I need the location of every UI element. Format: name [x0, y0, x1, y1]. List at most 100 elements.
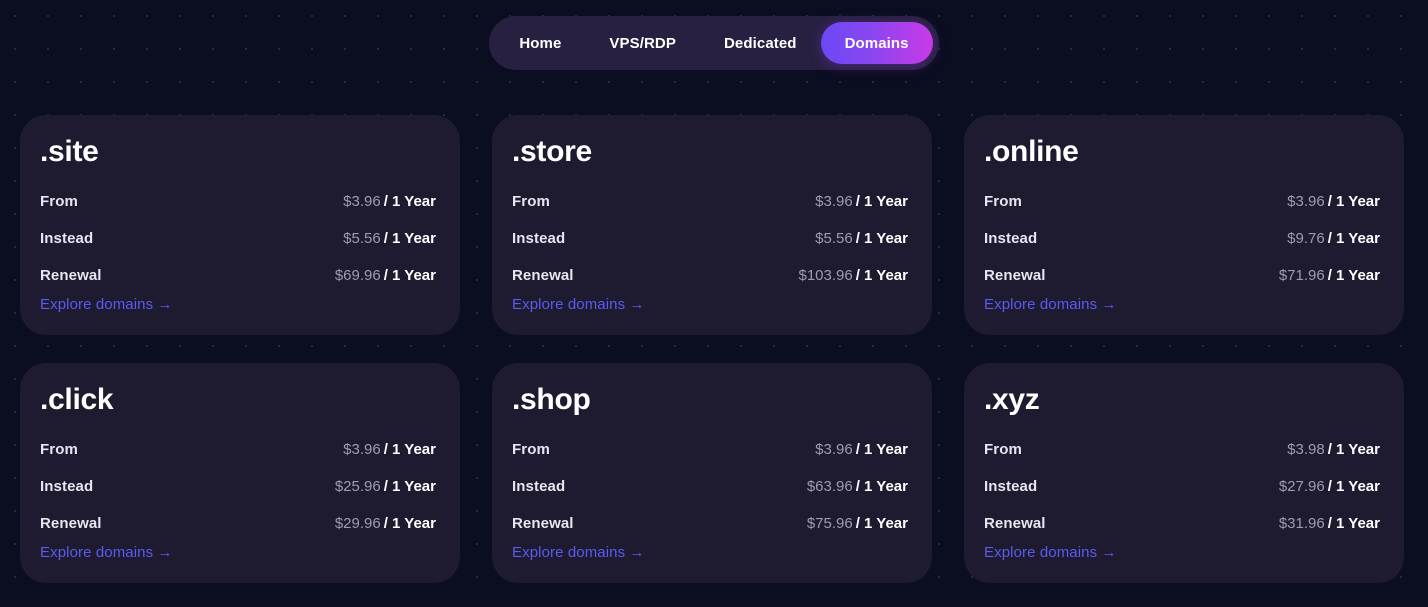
price-period: / 1 Year: [855, 477, 908, 495]
price-row-value: $31.96/ 1 Year: [1279, 515, 1380, 532]
price-row-value: $3.96/ 1 Year: [815, 441, 908, 458]
price-row-value: $3.96/ 1 Year: [343, 441, 436, 458]
price-amount: $71.96: [1278, 266, 1325, 284]
price-row-label: Renewal: [40, 266, 102, 284]
card-title: .shop: [512, 383, 591, 416]
price-row-value: $75.96/ 1 Year: [807, 515, 908, 532]
price-row-from: From $3.96/ 1 Year: [510, 441, 910, 472]
price-amount: $3.96: [815, 192, 853, 210]
price-row-label: Renewal: [512, 514, 574, 532]
card-title: .store: [512, 135, 592, 168]
price-amount: $3.96: [343, 440, 381, 458]
price-row-instead: Instead $9.76/ 1 Year: [982, 230, 1382, 261]
price-period: / 1 Year: [855, 514, 908, 532]
explore-domains-link[interactable]: Explore domains →: [512, 544, 645, 561]
price-rows: From $3.96/ 1 Year Instead $63.96/ 1 Yea…: [510, 441, 910, 546]
price-amount: $3.96: [815, 440, 853, 458]
price-amount: $103.96: [798, 266, 853, 284]
price-period: / 1 Year: [1327, 229, 1380, 247]
price-rows: From $3.96/ 1 Year Instead $5.56/ 1 Year…: [510, 193, 910, 298]
price-row-value: $5.56/ 1 Year: [343, 230, 436, 247]
price-row-value: $63.96/ 1 Year: [807, 478, 908, 495]
price-period: / 1 Year: [383, 440, 436, 458]
price-row-label: From: [984, 192, 1022, 210]
price-period: / 1 Year: [383, 477, 436, 495]
price-row-label: Renewal: [512, 266, 574, 284]
domain-card-store[interactable]: .store From $3.96/ 1 Year Instead $5.56/…: [492, 115, 932, 335]
price-amount: $75.96: [806, 514, 853, 532]
price-row-value: $103.96/ 1 Year: [798, 267, 908, 284]
price-row-label: Instead: [984, 477, 1038, 495]
price-amount: $3.96: [343, 192, 381, 210]
price-amount: $5.56: [815, 229, 853, 247]
domain-card-shop[interactable]: .shop From $3.96/ 1 Year Instead $63.96/…: [492, 363, 932, 583]
price-rows: From $3.96/ 1 Year Instead $5.56/ 1 Year…: [38, 193, 438, 298]
domain-card-xyz[interactable]: .xyz From $3.98/ 1 Year Instead $27.96/ …: [964, 363, 1404, 583]
price-row-from: From $3.96/ 1 Year: [510, 193, 910, 224]
price-period: / 1 Year: [855, 192, 908, 210]
explore-domains-link[interactable]: Explore domains →: [984, 296, 1117, 313]
price-row-label: Renewal: [984, 266, 1046, 284]
domain-card-click[interactable]: .click From $3.96/ 1 Year Instead $25.96…: [20, 363, 460, 583]
price-row-instead: Instead $5.56/ 1 Year: [38, 230, 438, 261]
price-row-value: $27.96/ 1 Year: [1279, 478, 1380, 495]
nav-pill-container: Home VPS/RDP Dedicated Domains: [489, 16, 939, 70]
domain-cards-grid: .site From $3.96/ 1 Year Instead $5.56/ …: [20, 115, 1408, 583]
tab-home[interactable]: Home: [495, 22, 585, 64]
price-row-renewal: Renewal $71.96/ 1 Year: [982, 267, 1382, 298]
price-period: / 1 Year: [1327, 477, 1380, 495]
price-period: / 1 Year: [855, 440, 908, 458]
explore-domains-link[interactable]: Explore domains →: [984, 544, 1117, 561]
tab-dedicated[interactable]: Dedicated: [700, 22, 821, 64]
price-row-value: $71.96/ 1 Year: [1279, 267, 1380, 284]
price-row-value: $9.76/ 1 Year: [1287, 230, 1380, 247]
price-period: / 1 Year: [383, 229, 436, 247]
price-amount: $25.96: [334, 477, 381, 495]
price-row-value: $3.96/ 1 Year: [1287, 193, 1380, 210]
price-row-label: Renewal: [984, 514, 1046, 532]
price-row-label: Instead: [40, 229, 94, 247]
price-row-value: $69.96/ 1 Year: [335, 267, 436, 284]
price-row-value: $5.56/ 1 Year: [815, 230, 908, 247]
price-period: / 1 Year: [383, 266, 436, 284]
price-amount: $3.96: [1287, 192, 1325, 210]
card-title: .site: [40, 135, 99, 168]
price-row-label: From: [512, 192, 550, 210]
tab-vps-rdp[interactable]: VPS/RDP: [585, 22, 700, 64]
price-amount: $5.56: [343, 229, 381, 247]
price-row-renewal: Renewal $69.96/ 1 Year: [38, 267, 438, 298]
price-period: / 1 Year: [1327, 440, 1380, 458]
price-row-instead: Instead $25.96/ 1 Year: [38, 478, 438, 509]
price-amount: $29.96: [334, 514, 381, 532]
price-row-label: Renewal: [40, 514, 102, 532]
price-period: / 1 Year: [855, 229, 908, 247]
price-row-renewal: Renewal $75.96/ 1 Year: [510, 515, 910, 546]
price-row-instead: Instead $63.96/ 1 Year: [510, 478, 910, 509]
price-row-label: From: [40, 192, 78, 210]
explore-domains-link[interactable]: Explore domains →: [512, 296, 645, 313]
price-amount: $69.96: [334, 266, 381, 284]
domain-card-site[interactable]: .site From $3.96/ 1 Year Instead $5.56/ …: [20, 115, 460, 335]
price-amount: $63.96: [806, 477, 853, 495]
price-row-instead: Instead $5.56/ 1 Year: [510, 230, 910, 261]
price-row-label: Instead: [512, 229, 566, 247]
price-row-from: From $3.98/ 1 Year: [982, 441, 1382, 472]
price-amount: $27.96: [1278, 477, 1325, 495]
price-amount: $3.98: [1287, 440, 1325, 458]
tab-domains[interactable]: Domains: [820, 22, 933, 64]
price-row-label: Instead: [984, 229, 1038, 247]
explore-domains-link[interactable]: Explore domains →: [40, 296, 173, 313]
price-period: / 1 Year: [855, 266, 908, 284]
price-row-renewal: Renewal $103.96/ 1 Year: [510, 267, 910, 298]
price-amount: $9.76: [1287, 229, 1325, 247]
price-row-from: From $3.96/ 1 Year: [38, 193, 438, 224]
price-row-instead: Instead $27.96/ 1 Year: [982, 478, 1382, 509]
top-navigation: Home VPS/RDP Dedicated Domains: [0, 16, 1428, 70]
price-rows: From $3.98/ 1 Year Instead $27.96/ 1 Yea…: [982, 441, 1382, 546]
price-row-label: Instead: [512, 477, 566, 495]
price-period: / 1 Year: [1327, 266, 1380, 284]
domain-card-online[interactable]: .online From $3.96/ 1 Year Instead $9.76…: [964, 115, 1404, 335]
explore-domains-link[interactable]: Explore domains →: [40, 544, 173, 561]
price-row-value: $3.96/ 1 Year: [815, 193, 908, 210]
card-title: .online: [984, 135, 1079, 168]
